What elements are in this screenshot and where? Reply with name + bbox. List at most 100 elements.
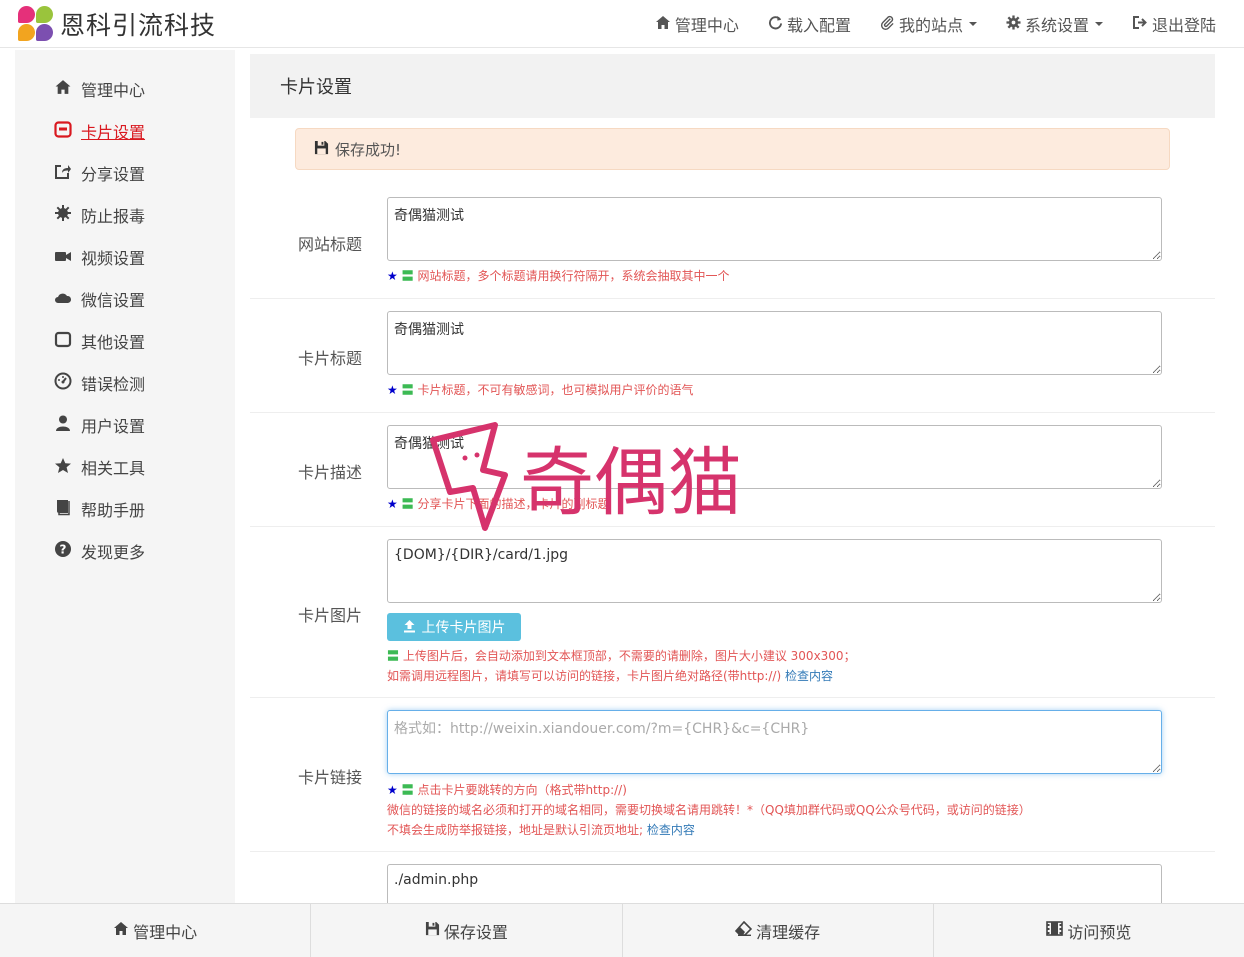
topnav-my-sites[interactable]: 我的站点 xyxy=(880,12,977,36)
equals-icon: 〓 xyxy=(401,383,414,397)
sidebar-item-label: 管理中心 xyxy=(81,81,146,100)
home-icon xyxy=(113,921,129,940)
sidebar-item-label: 卡片设置 xyxy=(81,123,146,142)
alert-text: 保存成功! xyxy=(335,140,402,159)
footer-button-label: 保存设置 xyxy=(443,922,508,942)
video-icon xyxy=(53,248,73,267)
question-icon: ? xyxy=(53,540,73,562)
equals-icon: 〓 xyxy=(387,649,400,663)
save-icon xyxy=(425,921,440,940)
topnav-label: 载入配置 xyxy=(786,16,851,35)
sidebar-item-label: 防止报毒 xyxy=(81,207,146,226)
sidebar-item-card-settings[interactable]: 卡片设置 xyxy=(53,119,145,143)
card-desc-label: 卡片描述 xyxy=(298,463,363,482)
check-content-link[interactable]: 检查内容 xyxy=(785,669,833,683)
dashboard-icon xyxy=(53,372,73,394)
user-icon xyxy=(53,414,73,436)
card-title-help: ★ 〓 卡片标题，不可有敏感词，也可模拟用户评价的语气 xyxy=(387,380,693,400)
card-image-field[interactable]: {DOM}/{DIR}/card/1.jpg xyxy=(387,539,1162,603)
virus-icon xyxy=(53,204,73,226)
form-row-card-desc: 卡片描述 奇偶猫测试 ★ 〓 分享卡片下面的描述，卡片的副标题 xyxy=(250,413,1215,527)
star-icon xyxy=(53,457,73,478)
chevron-down-icon xyxy=(1094,22,1103,26)
help-text: 卡片标题，不可有敏感词，也可模拟用户评价的语气 xyxy=(417,383,694,397)
upload-icon xyxy=(403,619,416,636)
form-row-next: ./admin.php xyxy=(250,852,1215,904)
sidebar-item-label: 其他设置 xyxy=(81,333,146,352)
brand-name: 恩科引流科技 xyxy=(60,11,217,40)
gear-icon xyxy=(1006,14,1021,34)
card-link-field[interactable] xyxy=(387,710,1162,774)
paperclip-icon xyxy=(880,15,895,34)
main-panel: 卡片设置 保存成功! 网站标题 奇偶猫测试 ★ 〓 网站标题，多个标题请用换行符… xyxy=(250,54,1215,904)
help-text: 网站标题，多个标题请用换行符隔开，系统会抽取其中一个 xyxy=(417,269,730,283)
sidebar-item-dashboard[interactable]: 管理中心 xyxy=(53,77,145,101)
star-icon: ★ xyxy=(387,497,398,511)
next-field[interactable]: ./admin.php xyxy=(387,864,1162,904)
svg-text:?: ? xyxy=(60,543,67,557)
star-icon: ★ xyxy=(387,383,398,397)
equals-icon: 〓 xyxy=(401,269,414,283)
check-content-link[interactable]: 检查内容 xyxy=(647,823,695,837)
upload-card-image-button[interactable]: 上传卡片图片 xyxy=(387,613,521,641)
sidebar-item-anti-virus[interactable]: 防止报毒 xyxy=(53,203,145,227)
page-title: 卡片设置 xyxy=(280,77,352,98)
card-icon xyxy=(53,120,73,142)
logout-icon xyxy=(1132,15,1148,34)
preview-button[interactable]: 访问预览 xyxy=(934,904,1244,957)
site-title-field[interactable]: 奇偶猫测试 xyxy=(387,197,1162,261)
footer-dashboard-button[interactable]: 管理中心 xyxy=(0,904,312,957)
help-text: 上传图片后，会自动添加到文本框顶部，不需要的请删除，图片大小建议 300x300… xyxy=(402,649,856,663)
topnav-system-settings[interactable]: 系统设置 xyxy=(1006,12,1103,36)
sidebar-item-other-settings[interactable]: 其他设置 xyxy=(53,329,145,353)
topnav-load-config[interactable]: 载入配置 xyxy=(768,12,851,36)
topnav-dashboard[interactable]: 管理中心 xyxy=(655,12,739,36)
square-icon xyxy=(53,331,73,352)
sidebar-item-label: 微信设置 xyxy=(81,291,146,310)
share-icon xyxy=(53,163,73,184)
form-row-card-title: 卡片标题 奇偶猫测试 ★ 〓 卡片标题，不可有敏感词，也可模拟用户评价的语气 xyxy=(250,299,1215,413)
sidebar-item-label: 用户设置 xyxy=(81,417,146,436)
card-link-label: 卡片链接 xyxy=(298,768,363,787)
brand-logo[interactable]: 恩科引流科技 xyxy=(18,6,216,42)
sidebar-item-help-manual[interactable]: 帮助手册 xyxy=(53,497,145,521)
sidebar-item-label: 发现更多 xyxy=(81,543,146,562)
help-text: 不填会生成防举报链接，地址是默认引流页地址; xyxy=(387,823,644,837)
home-icon xyxy=(655,15,671,34)
sidebar-item-discover-more[interactable]: ? 发现更多 xyxy=(53,539,145,563)
clear-cache-button[interactable]: 清理缓存 xyxy=(623,904,934,957)
sidebar-item-user-settings[interactable]: 用户设置 xyxy=(53,413,145,437)
star-icon: ★ xyxy=(387,783,398,797)
sidebar-item-error-check[interactable]: 错误检测 xyxy=(53,371,145,395)
sidebar-item-share-settings[interactable]: 分享设置 xyxy=(53,161,145,185)
topnav-label: 我的站点 xyxy=(898,16,963,35)
top-nav-menu: 管理中心 载入配置 我的站点 系统设置 退出登陆 xyxy=(655,0,1216,48)
sidebar-item-label: 错误检测 xyxy=(81,375,146,394)
topnav-label: 退出登陆 xyxy=(1151,16,1216,35)
upload-button-label: 上传卡片图片 xyxy=(421,619,506,635)
card-desc-field[interactable]: 奇偶猫测试 xyxy=(387,425,1162,489)
topnav-logout[interactable]: 退出登陆 xyxy=(1132,12,1216,36)
topnav-label: 系统设置 xyxy=(1024,16,1089,35)
sidebar-item-label: 相关工具 xyxy=(81,459,146,478)
sidebar-item-wechat-settings[interactable]: 微信设置 xyxy=(53,287,145,311)
card-title-field[interactable]: 奇偶猫测试 xyxy=(387,311,1162,375)
sidebar: 管理中心 卡片设置 分享设置 防止报毒 视频设置 微信设置 其他设置 错误检测 … xyxy=(15,50,235,903)
site-title-label: 网站标题 xyxy=(298,235,363,254)
card-image-label: 卡片图片 xyxy=(298,606,363,625)
sidebar-item-video-settings[interactable]: 视频设置 xyxy=(53,245,145,269)
help-text: 分享卡片下面的描述，卡片的副标题 xyxy=(417,497,610,511)
logo-icon xyxy=(18,6,54,42)
sidebar-item-tools[interactable]: 相关工具 xyxy=(53,455,145,479)
card-image-help: 〓 上传图片后，会自动添加到文本框顶部，不需要的请删除，图片大小建议 300x3… xyxy=(387,646,856,686)
footer-button-label: 访问预览 xyxy=(1067,922,1132,942)
refresh-icon xyxy=(768,15,783,34)
footer-button-label: 清理缓存 xyxy=(756,922,821,942)
help-text: 微信的链接的域名必须和打开的域名相同，需要切换域名请用跳转！*（QQ填加群代码或… xyxy=(387,803,1031,817)
film-icon xyxy=(1046,921,1064,940)
help-text: 如需调用远程图片，请填写可以访问的链接，卡片图片绝对路径(带http://) xyxy=(387,669,782,683)
save-settings-button[interactable]: 保存设置 xyxy=(311,904,623,957)
help-text: 点击卡片要跳转的方向（格式带http://) xyxy=(417,783,627,797)
success-alert: 保存成功! xyxy=(295,128,1170,170)
site-title-help: ★ 〓 网站标题，多个标题请用换行符隔开，系统会抽取其中一个 xyxy=(387,266,729,286)
